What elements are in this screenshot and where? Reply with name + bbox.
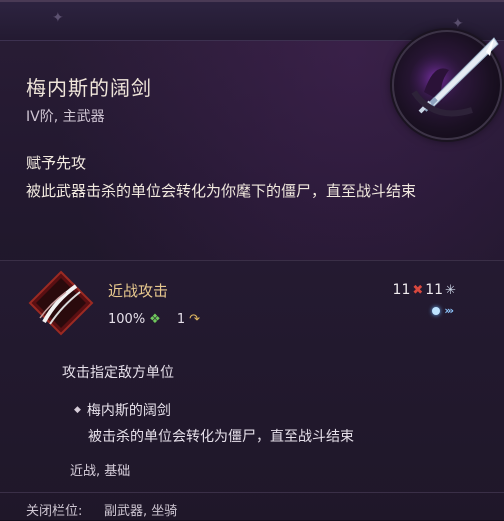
- bullet-diamond-icon: ◆: [74, 405, 81, 415]
- footer-label: 关闭栏位:: [26, 504, 83, 519]
- range-indicator: ›››: [432, 304, 454, 317]
- ability-effect-description: 被击杀的单位会转化为僵尸，直至战斗结束: [88, 429, 354, 445]
- accuracy-icon: ❖: [149, 312, 161, 327]
- damage-max: 11: [425, 282, 444, 298]
- melee-slash-icon[interactable]: [28, 270, 94, 336]
- broadsword-icon: [392, 30, 502, 140]
- item-name: 梅内斯的阔剑: [26, 76, 152, 100]
- accuracy-value: 100%: [108, 312, 146, 327]
- physical-damage-icon: ✖: [412, 282, 424, 298]
- item-header: 梅内斯的阔剑: [26, 72, 152, 101]
- perk-description: 被此武器击杀的单位会转化为你麾下的僵尸，直至战斗结束: [26, 182, 417, 200]
- ability-target: 攻击指定敌方单位: [62, 365, 174, 381]
- action-point-icon: ↷: [189, 312, 201, 327]
- footer-value: 副武器, 坐骑: [104, 504, 178, 519]
- damage-range: 11 ✖ 11 ✳: [393, 282, 456, 298]
- perk-title: 赋予先攻: [26, 154, 87, 172]
- item-tooltip: ✦ ✦ 梅内斯的阔剑 IV阶, 主武器 赋予先攻 被此武器击杀的单位会转化为你麾…: [0, 0, 504, 520]
- damage-min: 11: [392, 282, 411, 298]
- tooltip-footer: 关闭栏位: 副武器, 坐骑: [0, 492, 504, 521]
- item-subtitle: IV阶, 主武器: [26, 109, 105, 125]
- ap-cost-value: 1: [176, 312, 186, 327]
- effect-title-text: 梅内斯的阔剑: [86, 403, 171, 419]
- ability-name: 近战攻击: [108, 282, 169, 300]
- ability-tags: 近战, 基础: [70, 464, 131, 479]
- ability-effect-title: ◆ 梅内斯的阔剑: [74, 400, 171, 420]
- range-chevrons-icon: ›››: [444, 304, 454, 317]
- armor-damage-icon: ✳: [445, 282, 456, 298]
- range-origin-icon: [432, 306, 441, 315]
- decor-star-icon: ✦: [52, 10, 64, 26]
- ability-stats: 100% ❖ 1 ↷: [108, 312, 200, 327]
